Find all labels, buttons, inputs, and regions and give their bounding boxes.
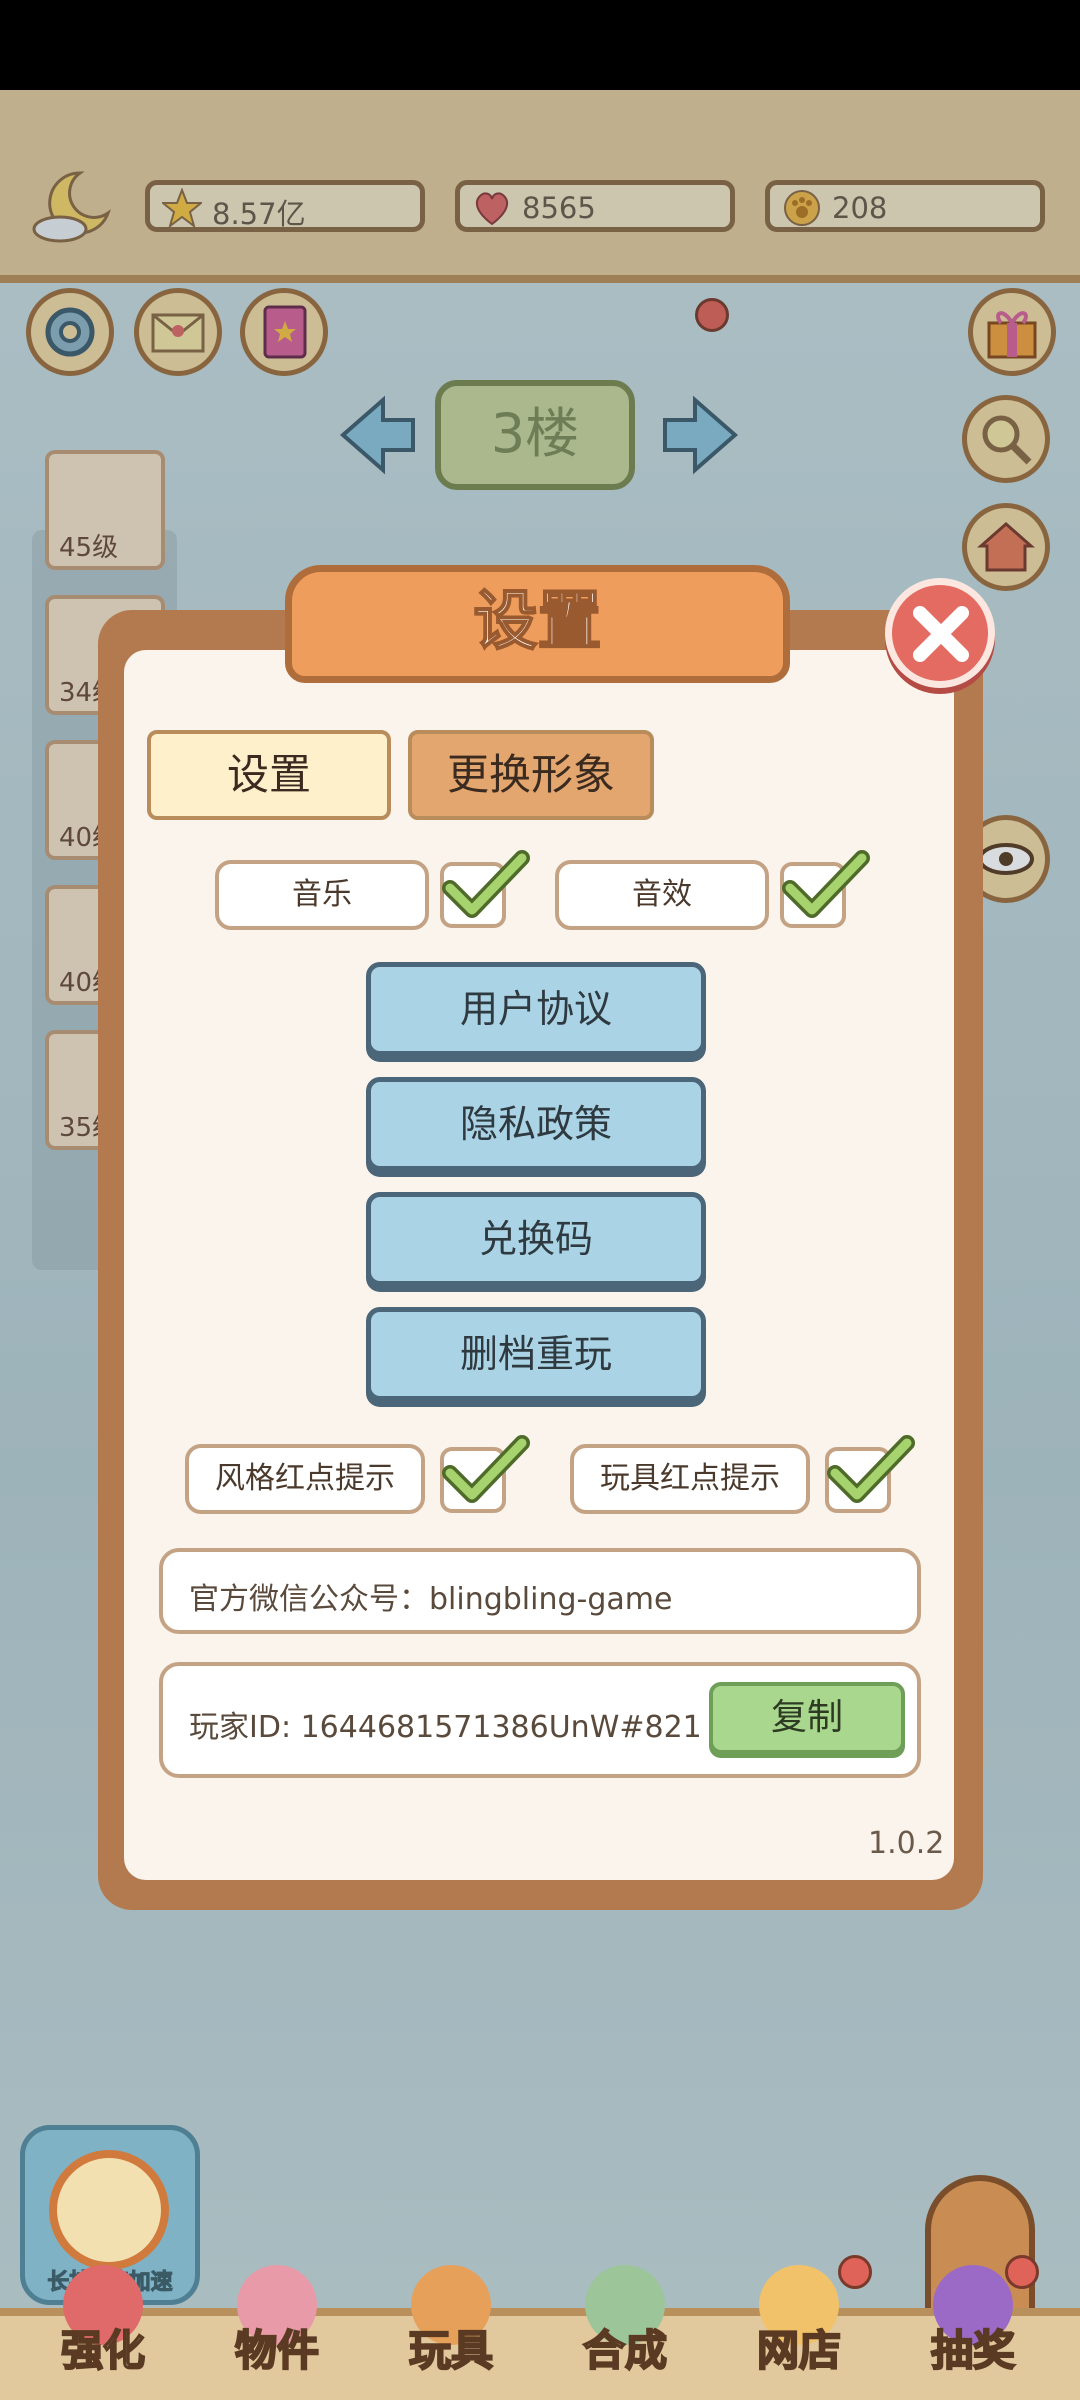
nav-label: 玩具 [408, 2325, 494, 2376]
dialog-title: 设置 [473, 584, 603, 660]
nav-toys[interactable]: 玩具 [381, 2265, 521, 2385]
delete-restart-button[interactable]: 删档重玩 [366, 1307, 706, 1401]
wechat-text: 官方微信公众号：blingbling-game [189, 1582, 673, 1617]
notification-dot [838, 2255, 872, 2289]
clock-icon [49, 2150, 169, 2270]
tab-settings[interactable]: 设置 [147, 730, 391, 820]
nav-items[interactable]: 物件 [207, 2265, 347, 2385]
tab-change-avatar[interactable]: 更换形象 [408, 730, 654, 820]
nav-label: 物件 [234, 2325, 320, 2376]
player-id-text: 玩家ID: 1644681571386UnW#821 [189, 1710, 702, 1745]
toy-dot-label: 玩具红点提示 [570, 1444, 810, 1514]
toy-dot-checkbox[interactable] [825, 1435, 915, 1513]
privacy-policy-button[interactable]: 隐私政策 [366, 1077, 706, 1171]
style-dot-checkbox[interactable] [440, 1435, 530, 1513]
nav-label: 抽奖 [930, 2325, 1016, 2376]
music-label: 音乐 [215, 860, 429, 930]
dialog-title-tab: 设置 [285, 565, 790, 683]
close-icon [913, 606, 969, 662]
close-button[interactable] [885, 578, 995, 688]
copy-button[interactable]: 复制 [709, 1682, 905, 1754]
sound-checkbox[interactable] [780, 850, 870, 928]
sound-label: 音效 [555, 860, 769, 930]
checkmark-icon [442, 1435, 530, 1503]
user-agreement-button[interactable]: 用户协议 [366, 962, 706, 1056]
nav-enhance[interactable]: 强化 [33, 2265, 173, 2385]
nav-label: 合成 [582, 2325, 668, 2376]
notification-dot [1005, 2255, 1039, 2289]
wechat-box: 官方微信公众号：blingbling-game [159, 1548, 921, 1634]
checkmark-icon [827, 1435, 915, 1503]
checkmark-icon [442, 850, 530, 918]
redeem-code-button[interactable]: 兑换码 [366, 1192, 706, 1286]
version-text: 1.0.2 [868, 1826, 945, 1861]
player-id-box: 玩家ID: 1644681571386UnW#821 复制 [159, 1662, 921, 1778]
nav-label: 强化 [60, 2325, 146, 2376]
music-checkbox[interactable] [440, 850, 530, 928]
nav-label: 网店 [756, 2325, 842, 2376]
style-dot-label: 风格红点提示 [185, 1444, 425, 1514]
checkmark-icon [782, 850, 870, 918]
nav-merge[interactable]: 合成 [555, 2265, 695, 2385]
